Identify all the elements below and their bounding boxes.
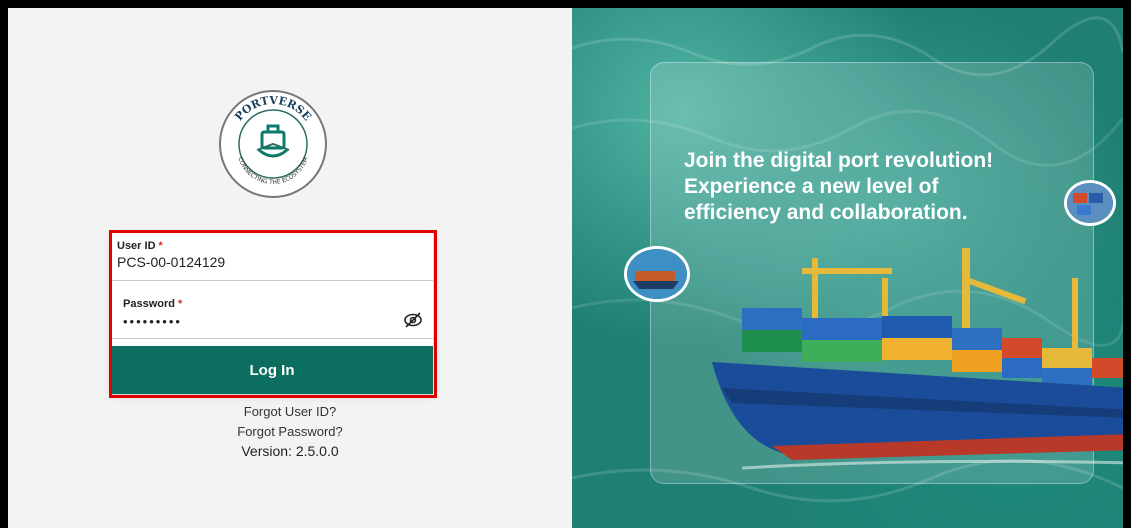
version-text: Version: 2.5.0.0 [241, 443, 339, 459]
portverse-logo: PORTVERSE CONNECTING THE ECOSYSTEM [219, 90, 327, 198]
login-panel: PORTVERSE CONNECTING THE ECOSYSTEM User … [8, 8, 572, 528]
highlight-box [109, 230, 437, 398]
container-ship-illustration [712, 248, 1123, 470]
forgot-password-link[interactable]: Forgot Password? [8, 424, 572, 439]
forgot-user-id-link[interactable]: Forgot User ID? [8, 404, 572, 419]
container-thumbnail [1064, 180, 1116, 226]
ship-thumbnail [624, 246, 690, 302]
hero-panel: Join the digital port revolution! Experi… [572, 8, 1123, 528]
hero-headline: Join the digital port revolution! Experi… [684, 149, 994, 224]
app-window: PORTVERSE CONNECTING THE ECOSYSTEM User … [8, 8, 1123, 528]
